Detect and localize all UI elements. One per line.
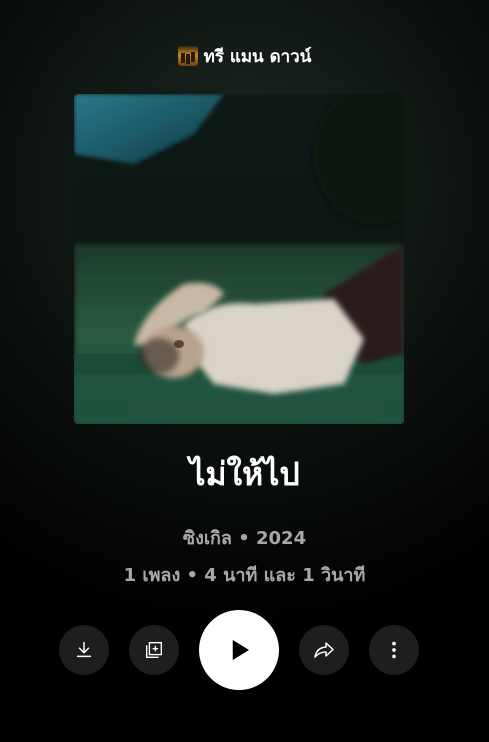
album-cover [74, 94, 404, 424]
play-button[interactable] [199, 610, 279, 690]
play-icon [232, 640, 249, 660]
artist-avatar[interactable] [177, 46, 198, 66]
more-options-button[interactable] [369, 625, 419, 675]
share-icon [314, 642, 334, 658]
album-controls [0, 610, 489, 690]
artist-name[interactable]: ทรี แมน ดาวน์ [204, 43, 312, 70]
album-type-year: ซิงเกิล • 2024 [182, 528, 307, 549]
library-add-icon [145, 641, 163, 659]
download-icon [76, 641, 92, 658]
album-tracks-duration: 1 เพลง • 4 นาที และ 1 วินาที [123, 565, 366, 586]
download-button[interactable] [59, 625, 109, 675]
more-vert-icon [392, 641, 396, 659]
artist-header[interactable]: ทรี แมน ดาวน์ [0, 42, 489, 70]
album-title: ไม่ให้ไป [189, 455, 300, 493]
save-to-library-button[interactable] [129, 625, 179, 675]
share-button[interactable] [299, 625, 349, 675]
